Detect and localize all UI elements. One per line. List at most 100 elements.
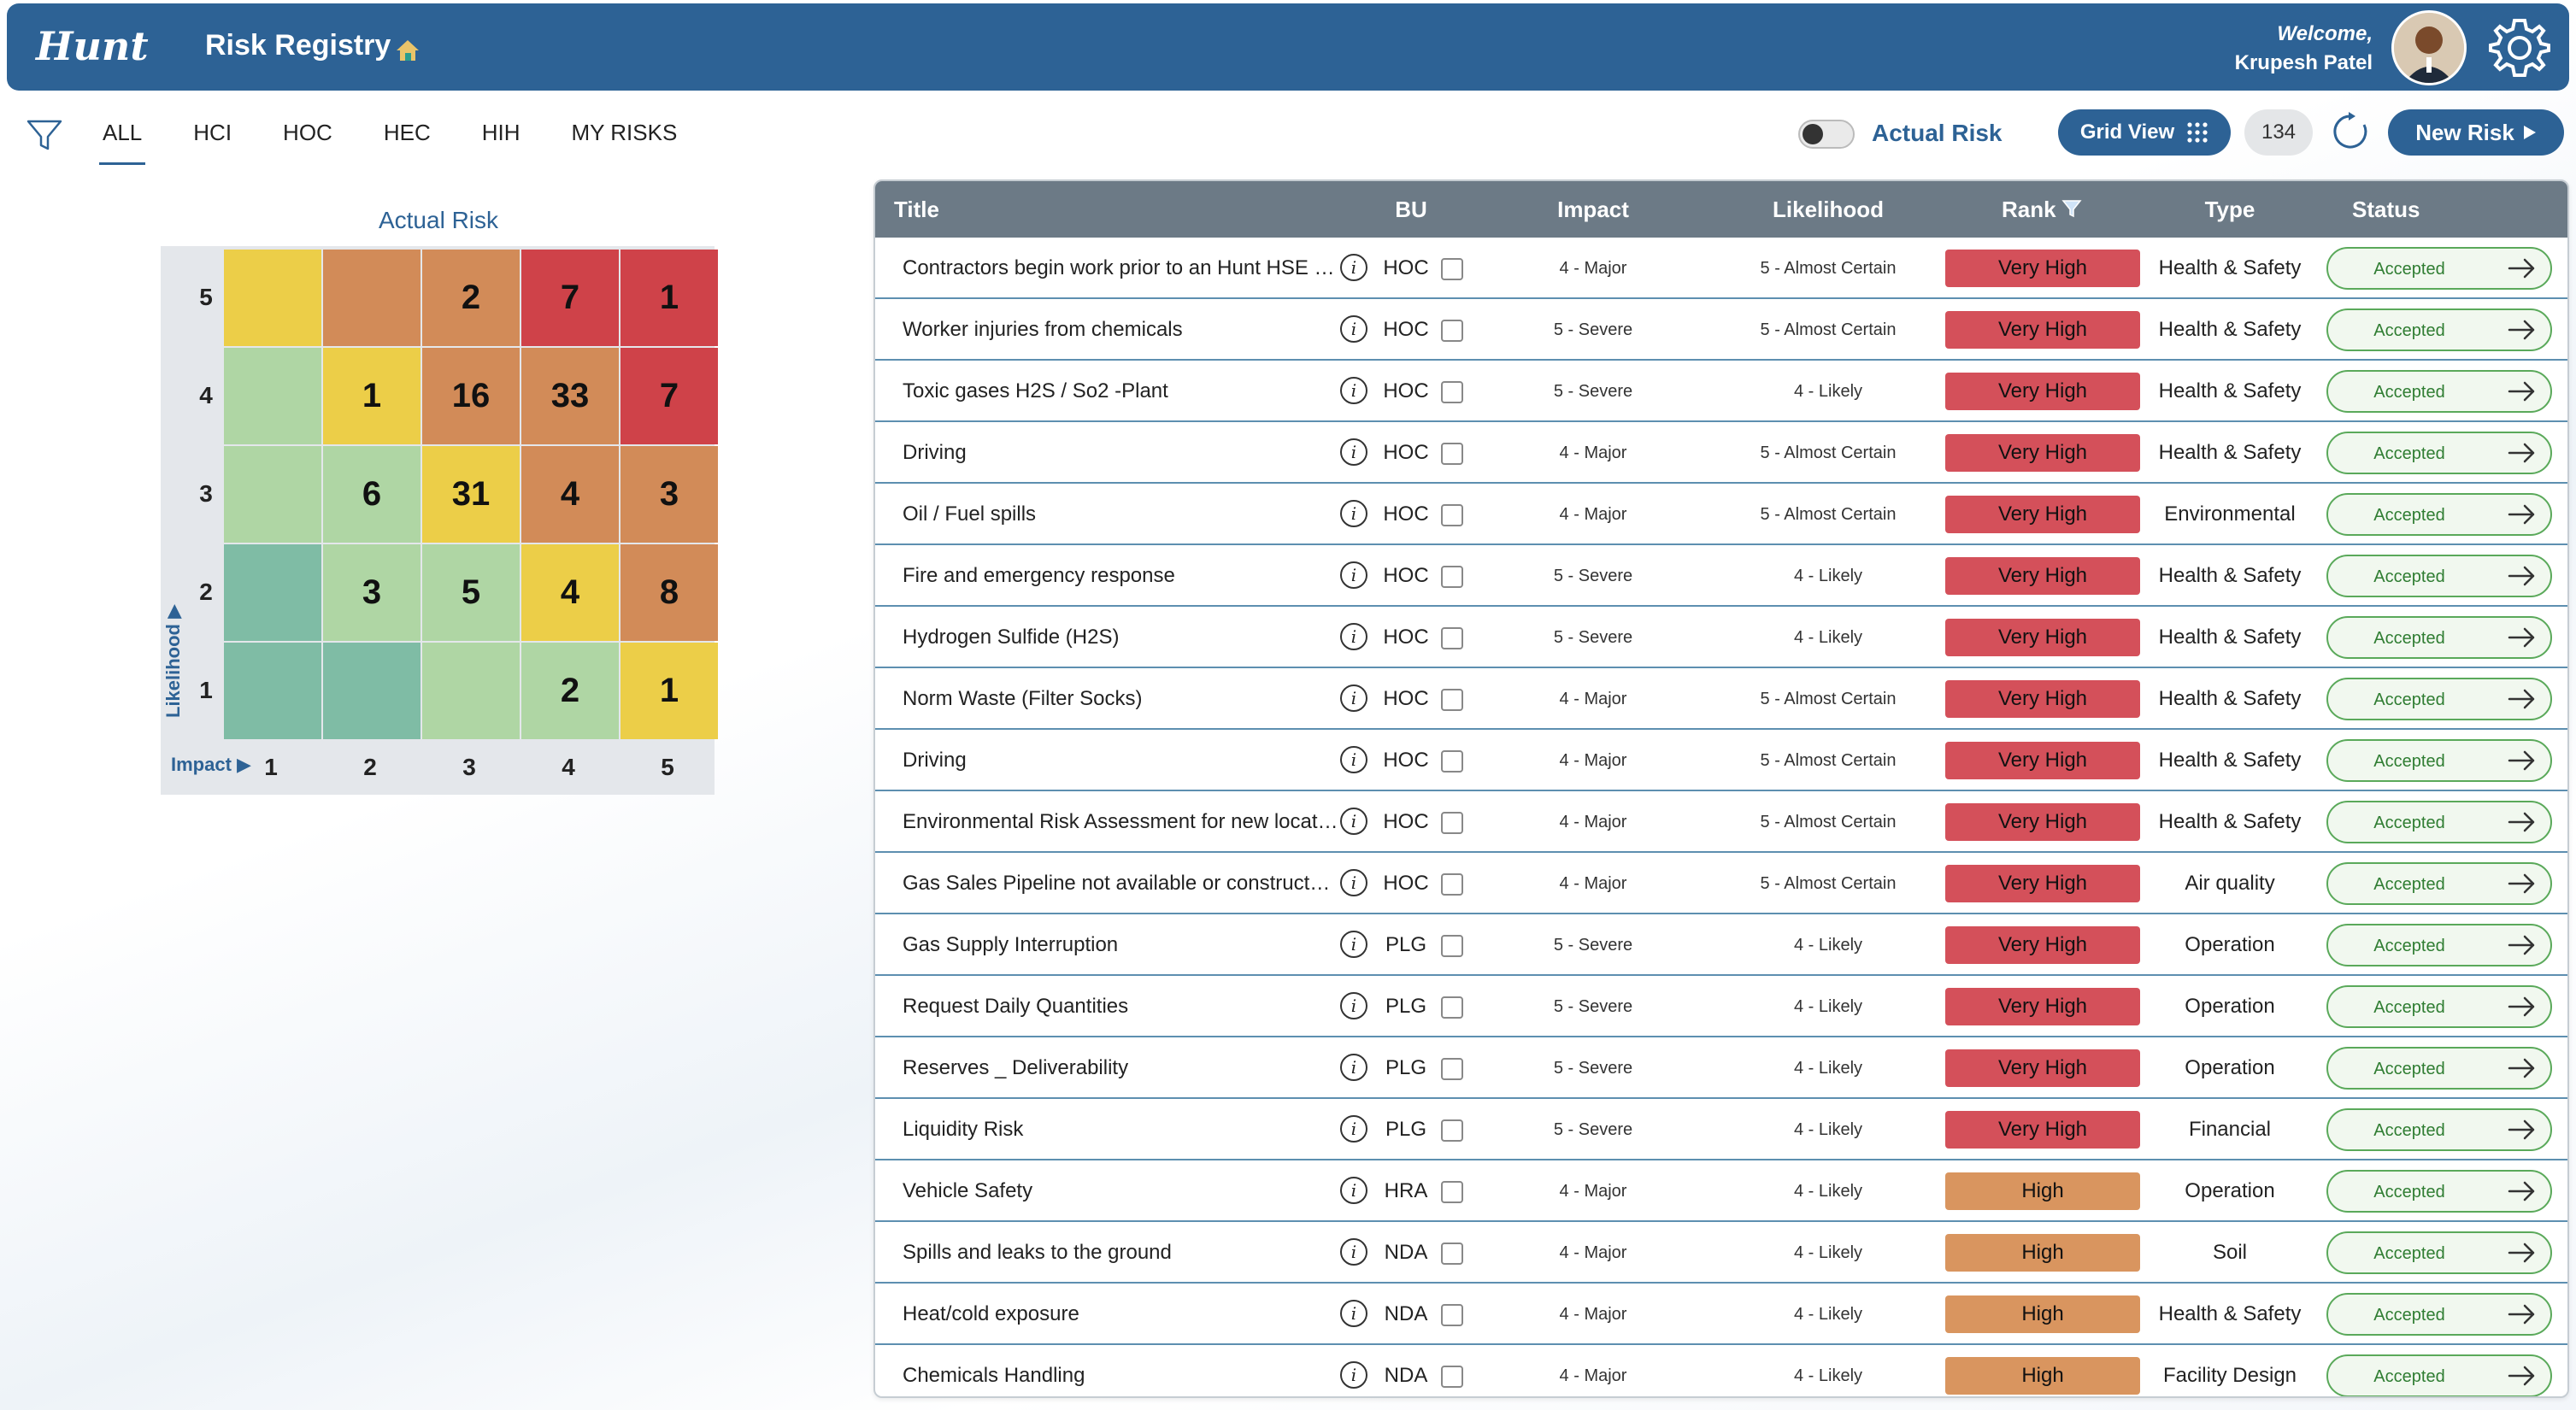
- risk-title[interactable]: Gas Sales Pipeline not available or cons…: [903, 872, 1338, 896]
- avatar[interactable]: [2391, 10, 2467, 85]
- row-checkbox[interactable]: [1441, 935, 1463, 957]
- risk-title[interactable]: Spills and leaks to the ground: [903, 1241, 1338, 1265]
- table-row[interactable]: Chemicals Handling i NDA 4 - Major 4 - Likel…: [875, 1345, 2567, 1396]
- risk-title[interactable]: Worker injuries from chemicals: [903, 318, 1338, 342]
- matrix-cell[interactable]: [422, 643, 520, 739]
- status-button[interactable]: Accepted: [2326, 247, 2552, 290]
- risk-title[interactable]: Driving: [903, 749, 1338, 773]
- row-checkbox[interactable]: [1441, 320, 1463, 342]
- col-likelihood[interactable]: Likelihood: [1721, 197, 1935, 223]
- row-checkbox[interactable]: [1441, 566, 1463, 588]
- col-impact[interactable]: Impact: [1508, 197, 1679, 223]
- status-button[interactable]: Accepted: [2326, 432, 2552, 474]
- table-row[interactable]: Environmental Risk Assessment for new lo…: [875, 791, 2567, 853]
- table-row[interactable]: Oil / Fuel spills i HOC 4 - Major 5 - Almost…: [875, 484, 2567, 545]
- info-icon[interactable]: i: [1340, 1361, 1367, 1389]
- matrix-cell[interactable]: [224, 544, 321, 641]
- matrix-cell[interactable]: 7: [620, 348, 718, 444]
- info-icon[interactable]: i: [1340, 808, 1367, 835]
- matrix-cell[interactable]: [323, 643, 421, 739]
- matrix-cell[interactable]: 4: [521, 544, 619, 641]
- matrix-cell[interactable]: [224, 446, 321, 543]
- col-bu[interactable]: BU: [1381, 197, 1441, 223]
- status-button[interactable]: Accepted: [2326, 739, 2552, 782]
- status-button[interactable]: Accepted: [2326, 924, 2552, 966]
- matrix-cell[interactable]: [323, 250, 421, 346]
- row-checkbox[interactable]: [1441, 504, 1463, 526]
- info-icon[interactable]: i: [1340, 992, 1367, 1019]
- status-button[interactable]: Accepted: [2326, 1108, 2552, 1151]
- info-icon[interactable]: i: [1340, 869, 1367, 896]
- table-row[interactable]: Request Daily Quantities i PLG 5 - Severe 4 …: [875, 976, 2567, 1037]
- tab-all[interactable]: ALL: [98, 120, 146, 165]
- table-row[interactable]: Contractors begin work prior to an Hunt …: [875, 238, 2567, 299]
- tab-hoc[interactable]: HOC: [283, 120, 332, 165]
- matrix-cell[interactable]: 3: [323, 544, 421, 641]
- info-icon[interactable]: i: [1340, 438, 1367, 466]
- tab-my-risks[interactable]: MY RISKS: [572, 120, 678, 165]
- table-row[interactable]: Gas Supply Interruption i PLG 5 - Severe 4 -…: [875, 914, 2567, 976]
- info-icon[interactable]: i: [1340, 684, 1367, 712]
- matrix-cell[interactable]: 6: [323, 446, 421, 543]
- status-button[interactable]: Accepted: [2326, 678, 2552, 720]
- row-checkbox[interactable]: [1441, 1304, 1463, 1326]
- new-risk-button[interactable]: New Risk: [2388, 109, 2564, 156]
- table-row[interactable]: Liquidity Risk i PLG 5 - Severe 4 - Likely Ve…: [875, 1099, 2567, 1160]
- status-button[interactable]: Accepted: [2326, 616, 2552, 659]
- info-icon[interactable]: i: [1340, 1115, 1367, 1143]
- info-icon[interactable]: i: [1340, 1054, 1367, 1081]
- filter-icon[interactable]: [26, 118, 63, 152]
- status-button[interactable]: Accepted: [2326, 801, 2552, 843]
- row-checkbox[interactable]: [1441, 1119, 1463, 1142]
- col-status[interactable]: Status: [2352, 197, 2420, 223]
- info-icon[interactable]: i: [1340, 561, 1367, 589]
- matrix-cell[interactable]: 33: [521, 348, 619, 444]
- table-row[interactable]: Hydrogen Sulfide (H2S) i HOC 5 - Severe 4 - …: [875, 607, 2567, 668]
- matrix-cell[interactable]: 2: [422, 250, 520, 346]
- status-button[interactable]: Accepted: [2326, 985, 2552, 1028]
- col-rank[interactable]: Rank: [2002, 197, 2056, 223]
- table-row[interactable]: Heat/cold exposure i NDA 4 - Major 4 - Likel…: [875, 1284, 2567, 1345]
- table-row[interactable]: Norm Waste (Filter Socks) i HOC 4 - Major 5 …: [875, 668, 2567, 730]
- risk-title[interactable]: Norm Waste (Filter Socks): [903, 687, 1338, 711]
- info-icon[interactable]: i: [1340, 315, 1367, 343]
- refresh-icon[interactable]: [2330, 111, 2371, 152]
- table-row[interactable]: Toxic gases H2S / So2 -Plant i HOC 5 - Seve…: [875, 361, 2567, 422]
- info-icon[interactable]: i: [1340, 1300, 1367, 1327]
- risk-title[interactable]: Heat/cold exposure: [903, 1302, 1338, 1326]
- row-checkbox[interactable]: [1441, 750, 1463, 773]
- risk-title[interactable]: Hydrogen Sulfide (H2S): [903, 626, 1338, 649]
- matrix-cell[interactable]: 1: [323, 348, 421, 444]
- sort-filter-icon[interactable]: [2061, 198, 2082, 219]
- actual-risk-toggle[interactable]: [1798, 120, 1855, 149]
- matrix-cell[interactable]: [224, 250, 321, 346]
- col-type[interactable]: Type: [2149, 197, 2311, 223]
- info-icon[interactable]: i: [1340, 1177, 1367, 1204]
- matrix-cell[interactable]: 5: [422, 544, 520, 641]
- table-row[interactable]: Driving i HOC 4 - Major 5 - Almost Certain Ve…: [875, 730, 2567, 791]
- tab-hci[interactable]: HCI: [193, 120, 232, 165]
- row-checkbox[interactable]: [1441, 996, 1463, 1019]
- matrix-cell[interactable]: 3: [620, 446, 718, 543]
- risk-title[interactable]: Oil / Fuel spills: [903, 502, 1338, 526]
- risk-title[interactable]: Reserves _ Deliverability: [903, 1056, 1338, 1080]
- info-icon[interactable]: i: [1340, 254, 1367, 281]
- matrix-cell[interactable]: 4: [521, 446, 619, 543]
- row-checkbox[interactable]: [1441, 258, 1463, 280]
- status-button[interactable]: Accepted: [2326, 493, 2552, 536]
- info-icon[interactable]: i: [1340, 377, 1367, 404]
- risk-title[interactable]: Vehicle Safety: [903, 1179, 1338, 1203]
- matrix-cell[interactable]: [224, 643, 321, 739]
- matrix-cell[interactable]: [224, 348, 321, 444]
- risk-title[interactable]: Chemicals Handling: [903, 1364, 1338, 1388]
- status-button[interactable]: Accepted: [2326, 1354, 2552, 1396]
- risk-title[interactable]: Liquidity Risk: [903, 1118, 1338, 1142]
- row-checkbox[interactable]: [1441, 1181, 1463, 1203]
- status-button[interactable]: Accepted: [2326, 308, 2552, 351]
- row-checkbox[interactable]: [1441, 873, 1463, 896]
- table-row[interactable]: Reserves _ Deliverability i PLG 5 - Severe 4…: [875, 1037, 2567, 1099]
- info-icon[interactable]: i: [1340, 500, 1367, 527]
- risk-title[interactable]: Contractors begin work prior to an Hunt …: [903, 256, 1338, 280]
- matrix-cell[interactable]: 7: [521, 250, 619, 346]
- table-row[interactable]: Worker injuries from chemicals i HOC 5 - Se…: [875, 299, 2567, 361]
